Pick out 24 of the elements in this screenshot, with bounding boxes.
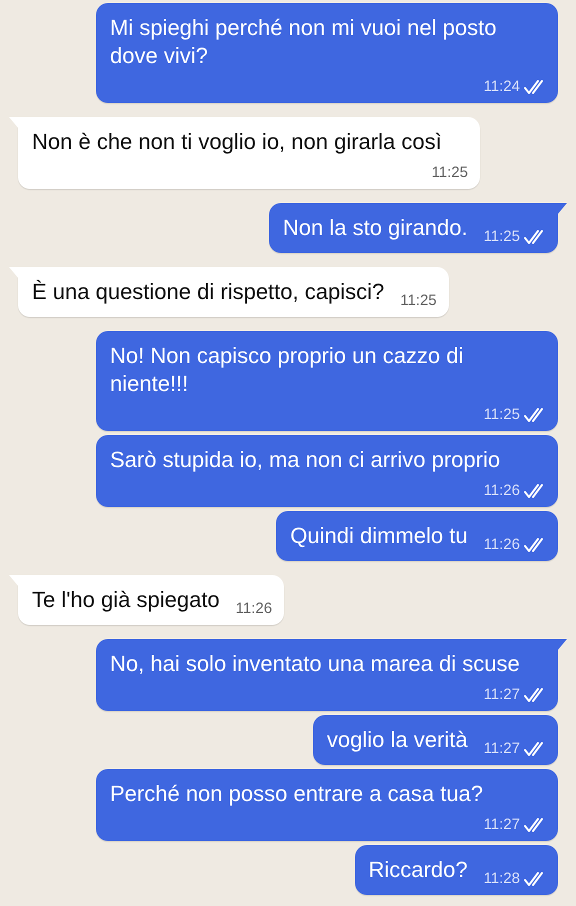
message-text: Mi spieghi perché non mi vuoi nel posto dove vivi? xyxy=(110,14,498,70)
message-text: Non è che non ti voglio io, non girarla così xyxy=(32,128,442,156)
message-text: Non la sto girando. xyxy=(282,214,468,242)
message-time: 11:26 xyxy=(484,536,520,554)
message-text: Quindi dimmelo tu xyxy=(290,522,468,550)
message-time: 11:26 xyxy=(236,600,272,618)
message-time: 11:27 xyxy=(484,686,520,704)
message-text: Perché non posso entrare a casa tua? xyxy=(110,780,484,808)
message-time: 11:25 xyxy=(432,164,468,182)
message-time: 11:24 xyxy=(484,78,520,96)
message-text: voglio la verità xyxy=(326,726,468,754)
message-time: 11:26 xyxy=(484,482,520,500)
message-text: No, hai solo inventato una marea di scuse xyxy=(110,650,520,678)
message-text: No! Non capisco proprio un cazzo di niente!!! xyxy=(110,342,464,398)
message-text: È una questione di rispetto, capisci? xyxy=(32,278,384,306)
message-time: 11:28 xyxy=(484,870,520,888)
message-time: 11:27 xyxy=(484,740,520,758)
message-time: 11:25 xyxy=(400,292,437,310)
message-time: 11:27 xyxy=(484,816,520,834)
message-text: Te l'ho già spiegato xyxy=(32,586,220,614)
message-time: 11:25 xyxy=(484,406,520,424)
message-text: Sarò stupida io, ma non ci arrivo proprio xyxy=(110,446,500,474)
message-text: Riccardo? xyxy=(368,856,468,884)
message-time: 11:25 xyxy=(484,228,520,246)
